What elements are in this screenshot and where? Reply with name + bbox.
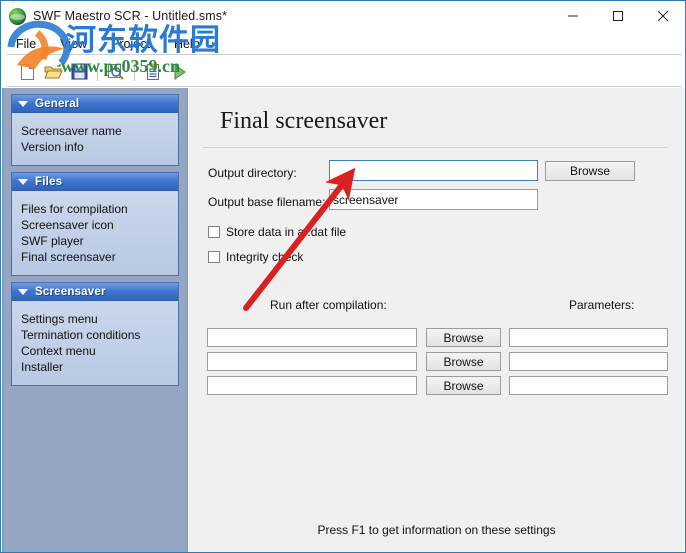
integrity-check-checkbox[interactable]: Integrity check <box>208 250 303 264</box>
chevron-down-icon <box>18 178 28 185</box>
main-content: Final screensaver Output directory: Brow… <box>189 88 684 552</box>
help-hint-text: Press F1 to get information on these set… <box>317 523 556 537</box>
application-window: SWF Maestro SCR - Untitled.sms* File Vie… <box>0 0 686 553</box>
run-parameters-input-1[interactable] <box>509 328 668 347</box>
sidebar-panel-files: Files Files for compilation Screensaver … <box>11 172 179 276</box>
toolbar-separator <box>97 62 98 81</box>
store-data-dat-file-label: Store data in a .dat file <box>226 225 347 239</box>
sidebar-panel-title: Files <box>35 175 63 188</box>
checkbox-box <box>208 226 220 238</box>
sidebar-panel-body-files: Files for compilation Screensaver icon S… <box>12 191 178 275</box>
run-command-browse-button-2[interactable]: Browse <box>426 352 501 371</box>
page-title: Final screensaver <box>220 108 388 134</box>
run-command-input-2[interactable] <box>207 352 417 371</box>
toolbar-separator <box>134 62 135 81</box>
sidebar-item-screensaver-icon[interactable]: Screensaver icon <box>21 217 178 233</box>
output-base-filename-label: Output base filename: <box>208 195 326 209</box>
chevron-down-icon <box>18 288 28 295</box>
chevron-down-icon <box>18 100 28 107</box>
run-command-browse-button-3[interactable]: Browse <box>426 376 501 395</box>
sidebar-panel-general: General Screensaver name Version info <box>11 94 179 166</box>
sidebar-item-installer[interactable]: Installer <box>21 359 178 375</box>
window-title: SWF Maestro SCR - Untitled.sms* <box>33 9 228 23</box>
sidebar-panel-screensaver: Screensaver Settings menu Termination co… <box>11 282 179 386</box>
preview-magnifier-icon[interactable] <box>103 60 129 84</box>
output-directory-browse-button[interactable]: Browse <box>545 161 635 181</box>
sidebar-panel-title: General <box>35 97 80 110</box>
sidebar-panel-title: Screensaver <box>35 285 106 298</box>
sidebar-item-termination-conditions[interactable]: Termination conditions <box>21 327 178 343</box>
run-after-compilation-label: Run after compilation: <box>270 298 387 312</box>
sidebar-item-context-menu[interactable]: Context menu <box>21 343 178 359</box>
parameters-label: Parameters: <box>569 298 635 312</box>
run-parameters-input-3[interactable] <box>509 376 668 395</box>
sidebar-panel-header-general[interactable]: General <box>12 95 178 113</box>
open-folder-icon[interactable] <box>40 60 66 84</box>
sidebar-panel-header-screensaver[interactable]: Screensaver <box>12 283 178 301</box>
run-parameters-input-2[interactable] <box>509 352 668 371</box>
sidebar-item-version-info[interactable]: Version info <box>21 139 178 155</box>
compile-list-icon[interactable] <box>140 60 166 84</box>
integrity-check-label: Integrity check <box>226 250 304 264</box>
sidebar-panel-body-general: Screensaver name Version info <box>12 113 178 165</box>
menu-item-view[interactable]: View <box>60 37 87 51</box>
sidebar-panel-header-files[interactable]: Files <box>12 173 178 191</box>
menu-item-project[interactable]: Project <box>111 37 150 51</box>
save-floppy-icon[interactable] <box>66 60 92 84</box>
new-file-icon[interactable] <box>14 60 40 84</box>
globe-icon <box>9 7 26 25</box>
toolbar <box>2 56 684 87</box>
run-command-input-3[interactable] <box>207 376 417 395</box>
sidebar: General Screensaver name Version info Fi… <box>2 88 188 552</box>
sidebar-item-screensaver-name[interactable]: Screensaver name <box>21 123 178 139</box>
run-play-icon[interactable] <box>166 60 192 84</box>
run-command-browse-button-1[interactable]: Browse <box>426 328 501 347</box>
menu-item-file[interactable]: File <box>16 37 36 51</box>
menu-bar: File View Project Help <box>2 32 684 55</box>
output-directory-input[interactable] <box>329 160 538 181</box>
close-button[interactable] <box>640 1 685 31</box>
sidebar-item-swf-player[interactable]: SWF player <box>21 233 178 249</box>
sidebar-item-settings-menu[interactable]: Settings menu <box>21 311 178 327</box>
maximize-button[interactable] <box>595 1 640 31</box>
output-directory-label: Output directory: <box>208 166 297 180</box>
run-command-input-1[interactable] <box>207 328 417 347</box>
store-data-dat-file-checkbox[interactable]: Store data in a .dat file <box>208 225 346 239</box>
sidebar-item-final-screensaver[interactable]: Final screensaver <box>21 249 178 265</box>
checkbox-box <box>208 251 220 263</box>
title-bar: SWF Maestro SCR - Untitled.sms* <box>1 1 685 31</box>
sidebar-panel-body-screensaver: Settings menu Termination conditions Con… <box>12 301 178 385</box>
output-base-filename-input[interactable] <box>329 189 538 210</box>
menu-item-help[interactable]: Help <box>174 37 200 51</box>
title-divider <box>203 147 668 148</box>
minimize-button[interactable] <box>550 1 595 31</box>
sidebar-item-files-for-compilation[interactable]: Files for compilation <box>21 201 178 217</box>
